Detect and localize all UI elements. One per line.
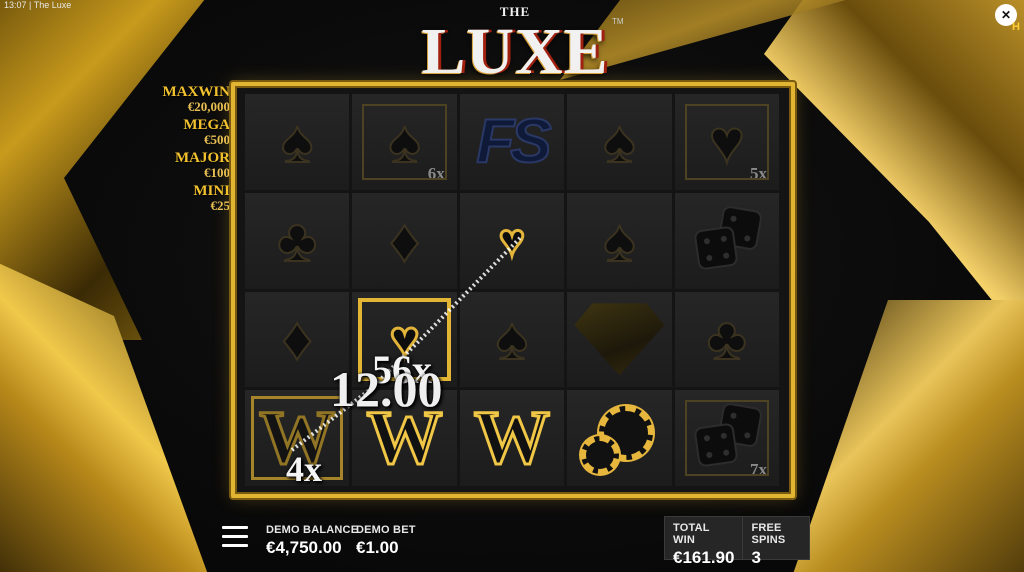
die bbox=[693, 225, 739, 271]
reel-cell: ♣ bbox=[674, 291, 779, 388]
hamburger-icon-line bbox=[222, 544, 248, 547]
menu-button[interactable] bbox=[222, 526, 248, 548]
total-win-label: TOTAL WIN bbox=[673, 522, 710, 546]
hamburger-icon-line bbox=[222, 526, 248, 529]
jackpot-label: MEGA bbox=[183, 117, 230, 133]
jackpot-label: MAJOR bbox=[175, 150, 230, 166]
status-bar: 13:07 | The Luxe bbox=[4, 0, 71, 10]
club-icon: ♣ bbox=[706, 305, 747, 373]
demo-bet-label: DEMO BET bbox=[356, 524, 416, 536]
win-amount: 12.00 bbox=[330, 361, 443, 417]
diamond-icon: ♦ bbox=[388, 206, 421, 274]
jackpot-value: €25 bbox=[210, 198, 231, 213]
heart-icon: ♥ bbox=[497, 215, 526, 265]
bottom-bar: DEMO BALANCE €4,750.00 DEMO BET €1.00 TO… bbox=[0, 510, 1024, 572]
jackpot-list: MAXWIN €20,000 MEGA €500 MAJOR €100 MINI… bbox=[150, 84, 231, 216]
reel-cell: ♥ bbox=[459, 192, 565, 289]
cell-multiplier: 7x bbox=[750, 460, 767, 479]
reel-cell bbox=[567, 390, 672, 486]
reel-cell: ♦ bbox=[352, 192, 457, 289]
demo-balance: DEMO BALANCE €4,750.00 bbox=[266, 524, 358, 558]
jackpot-label: MINI bbox=[193, 183, 230, 199]
hamburger-icon-line bbox=[222, 535, 248, 538]
free-spins-label: FREE SPINS bbox=[751, 522, 786, 546]
jackpot-mini: MINI €25 bbox=[150, 183, 230, 213]
total-win: TOTAL WIN €161.90 bbox=[665, 517, 742, 567]
spade-icon: ♠ bbox=[495, 305, 529, 373]
die bbox=[716, 401, 763, 449]
demo-balance-value: €4,750.00 bbox=[266, 538, 342, 557]
demo-bet-value: €1.00 bbox=[356, 538, 399, 557]
gem-icon bbox=[574, 303, 665, 376]
spade-icon: ♠ bbox=[602, 206, 636, 274]
free-spins-value: 3 bbox=[751, 548, 761, 567]
club-icon: ♣ bbox=[276, 206, 317, 274]
close-icon: ✕ bbox=[1000, 8, 1012, 22]
reel-cell: ♣ bbox=[245, 192, 350, 289]
reel-cell: 7x bbox=[674, 390, 779, 486]
heart-icon: ♥ bbox=[708, 107, 746, 175]
reel-cell: ♠ bbox=[459, 291, 565, 388]
jackpot-mega: MEGA €500 bbox=[150, 117, 230, 147]
reel-cell: FS bbox=[459, 94, 565, 190]
logo-trademark: TM bbox=[612, 17, 624, 26]
reel-cell: ♠ bbox=[567, 94, 672, 190]
game-logo: THE LUXE TM bbox=[380, 4, 650, 86]
reel-grid: ♠ ♠ 6x FS ♠ ♥ 5x ♣ ♦ ♥ ♠ ♦ ♥ ♠ ♣ W W W 7… bbox=[245, 94, 779, 486]
reel-cell bbox=[674, 192, 779, 289]
spade-icon: ♠ bbox=[602, 107, 636, 175]
demo-bet[interactable]: DEMO BET €1.00 bbox=[356, 524, 416, 558]
total-win-value: €161.90 bbox=[673, 548, 735, 567]
cell-multiplier: 6x bbox=[427, 163, 445, 183]
cell-multiplier: 5x bbox=[750, 163, 767, 183]
jackpot-value: €20,000 bbox=[187, 99, 230, 114]
demo-balance-label: DEMO BALANCE bbox=[266, 524, 359, 536]
status-title: The Luxe bbox=[33, 0, 72, 10]
jackpot-major: MAJOR €100 bbox=[150, 150, 230, 180]
reel-cell: ♥ 5x bbox=[674, 94, 779, 190]
spade-icon: ♠ bbox=[388, 107, 422, 175]
wild-symbol: W bbox=[472, 396, 551, 481]
dice-icon bbox=[693, 204, 763, 274]
jackpot-value: €100 bbox=[204, 165, 230, 180]
win-multiplier: 4x bbox=[286, 449, 322, 489]
jackpot-value: €500 bbox=[204, 132, 230, 147]
spade-icon: ♠ bbox=[280, 107, 314, 175]
jackpot-label: MAXWIN bbox=[162, 84, 231, 100]
reel-cell: ♠ bbox=[245, 94, 350, 190]
corner-tag: H bbox=[1012, 21, 1020, 33]
logo-title: LUXE bbox=[421, 15, 609, 88]
casino-chips-icon bbox=[579, 402, 659, 475]
die bbox=[693, 422, 739, 468]
reel-cell bbox=[567, 291, 672, 388]
status-time: 13:07 bbox=[4, 0, 27, 10]
chip bbox=[581, 436, 620, 475]
free-spins-symbol: FS bbox=[475, 106, 552, 177]
reel-cell: W bbox=[459, 390, 565, 486]
reel-cell: ♠ 6x bbox=[352, 94, 457, 190]
reel-cell: ♠ bbox=[567, 192, 672, 289]
jackpot-maxwin: MAXWIN €20,000 bbox=[150, 84, 231, 114]
free-spins: FREE SPINS 3 bbox=[742, 517, 809, 567]
dice-icon bbox=[693, 401, 763, 471]
win-panel: TOTAL WIN €161.90 FREE SPINS 3 bbox=[664, 516, 810, 567]
diamond-icon: ♦ bbox=[281, 305, 314, 373]
